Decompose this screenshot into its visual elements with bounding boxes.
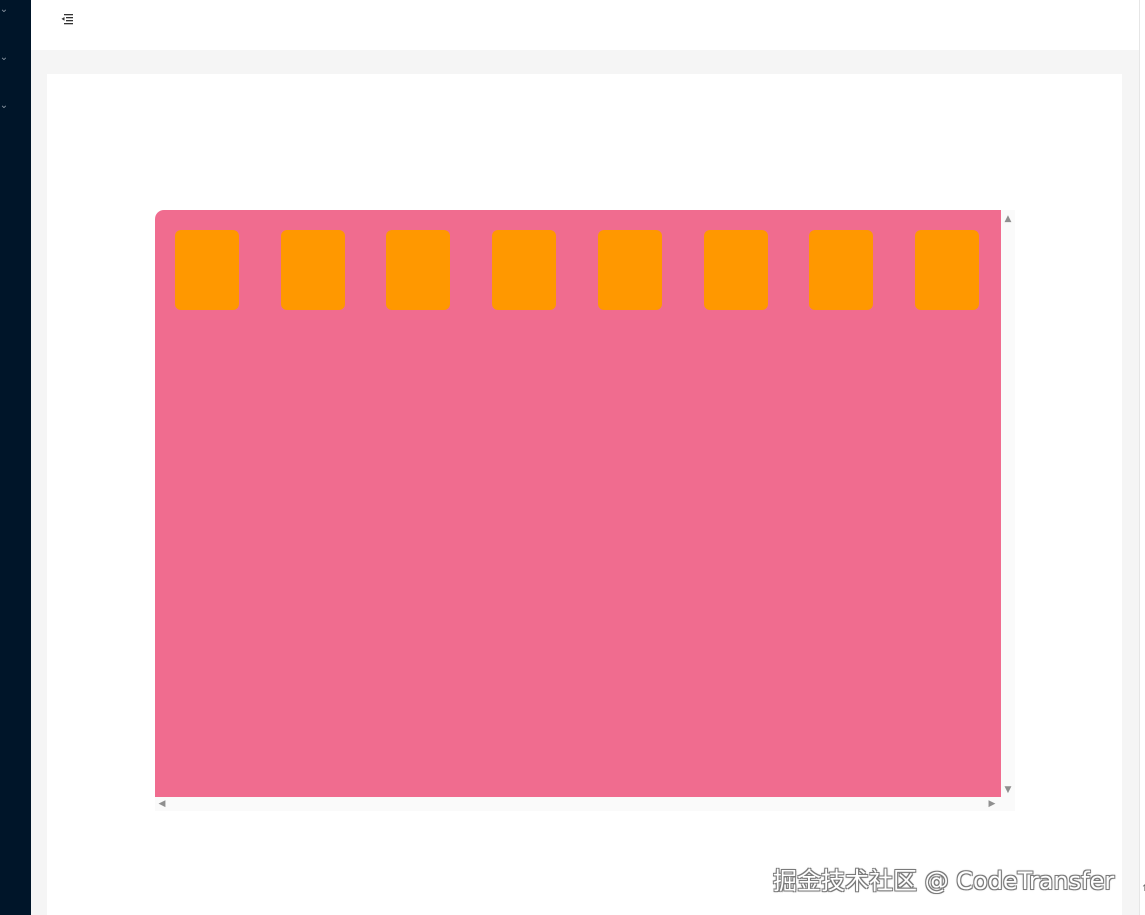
scroll-container[interactable]: [155, 210, 1001, 797]
chevron-down-icon[interactable]: ⌄: [0, 100, 10, 112]
menu-fold-icon[interactable]: [60, 12, 76, 28]
chevron-down-icon[interactable]: ⌄: [0, 4, 10, 16]
window-edge: [1139, 0, 1145, 915]
scroll-right-arrow-icon[interactable]: ▶: [985, 797, 999, 811]
watermark: 掘金技术社区 @ CodeTransfer: [773, 867, 1115, 895]
horizontal-scrollbar[interactable]: ◀ ▶: [155, 797, 1001, 811]
corner-mark: ↑: [1141, 884, 1145, 894]
vertical-scrollbar[interactable]: ▲ ▼: [1001, 210, 1015, 797]
chevron-down-icon[interactable]: ⌄: [0, 52, 10, 64]
grid-tile: [809, 230, 873, 310]
grid-tile: [598, 230, 662, 310]
scroll-down-arrow-icon[interactable]: ▼: [1001, 783, 1015, 797]
scrollbar-corner: [1001, 797, 1015, 811]
grid-tile: [492, 230, 556, 310]
grid-tile: [915, 230, 979, 310]
grid-tile: [386, 230, 450, 310]
scroll-up-arrow-icon[interactable]: ▲: [1001, 212, 1015, 226]
top-header: [31, 0, 1139, 50]
scroll-left-arrow-icon[interactable]: ◀: [155, 797, 169, 811]
grid-tile: [704, 230, 768, 310]
sidebar: ⌄ ⌄ ⌄: [0, 0, 31, 915]
grid-tile: [281, 230, 345, 310]
grid-tile: [175, 230, 239, 310]
